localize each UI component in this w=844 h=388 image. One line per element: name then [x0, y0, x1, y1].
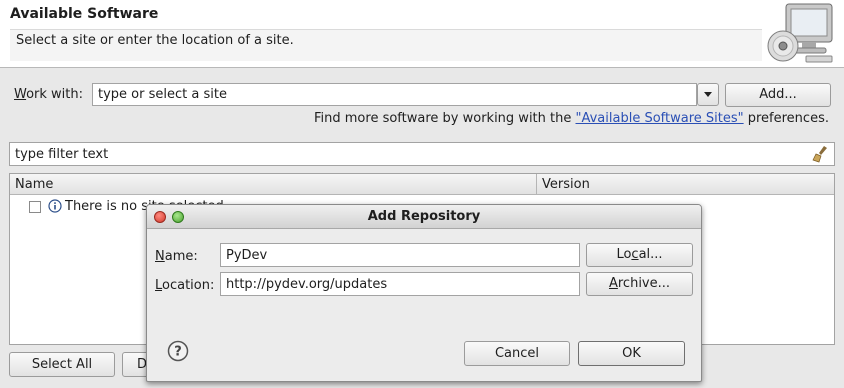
find-more-text: Find more software by working with the "… [314, 111, 829, 126]
svg-text:?: ? [174, 345, 182, 360]
location-label: Location: [155, 278, 215, 293]
work-with-label: Work with: [14, 87, 84, 102]
dialog-titlebar[interactable]: Add Repository [147, 205, 701, 229]
column-header-version[interactable]: Version [537, 174, 834, 195]
help-icon[interactable]: ? [167, 340, 189, 362]
name-input[interactable]: PyDev [220, 243, 580, 267]
dialog-title: Add Repository [367, 209, 481, 224]
cancel-button[interactable]: Cancel [464, 341, 570, 366]
broom-clear-icon[interactable] [812, 145, 830, 163]
find-more-prefix: Find more software by working with the [314, 111, 576, 126]
close-icon[interactable] [154, 211, 166, 223]
available-software-sites-link[interactable]: "Available Software Sites" [576, 111, 744, 126]
location-input[interactable]: http://pydev.org/updates [220, 272, 580, 296]
chevron-down-icon [704, 92, 712, 97]
name-label: Name: [155, 249, 198, 264]
wizard-header: Available Software Select a site or ente… [0, 0, 844, 68]
add-repository-dialog: Add Repository Name: PyDev Local... Loca… [146, 204, 702, 382]
find-more-suffix: preferences. [743, 111, 829, 126]
info-icon [48, 199, 62, 213]
maximize-icon[interactable] [172, 211, 184, 223]
work-with-combo[interactable]: type or select a site [92, 83, 697, 106]
filter-input[interactable]: type filter text [9, 142, 835, 166]
row-checkbox[interactable] [29, 201, 41, 213]
select-all-button[interactable]: Select All [9, 352, 115, 377]
combo-dropdown-arrow[interactable] [697, 83, 719, 106]
computer-cd-icon [767, 3, 833, 63]
page-title: Available Software [10, 6, 159, 22]
local-button[interactable]: Local... [586, 243, 693, 267]
add-site-button[interactable]: Add... [725, 83, 831, 107]
page-description: Select a site or enter the location of a… [10, 29, 762, 61]
ok-button[interactable]: OK [578, 341, 685, 366]
archive-button[interactable]: Archive... [586, 272, 693, 296]
column-header-name[interactable]: Name [10, 174, 537, 195]
